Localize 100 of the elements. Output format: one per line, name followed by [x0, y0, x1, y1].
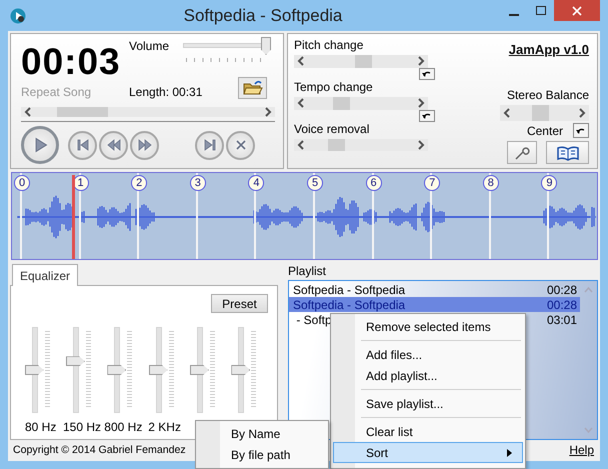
- band-label: 80 Hz: [24, 420, 56, 434]
- volume-label: Volume: [129, 39, 170, 53]
- equalizer-tab[interactable]: Equalizer: [12, 264, 78, 286]
- menu-item[interactable]: By Name: [198, 423, 326, 444]
- band-label: 150 Hz: [62, 420, 101, 434]
- scroll-thumb[interactable]: [532, 105, 550, 121]
- balance-label: Stereo Balance: [506, 88, 589, 102]
- window-title: Softpedia - Softpedia: [182, 6, 344, 26]
- x-icon: [236, 140, 246, 150]
- close-icon: [572, 6, 582, 16]
- scroll-right-icon[interactable]: [417, 56, 425, 66]
- playlist-title: Playlist: [288, 264, 328, 278]
- rewind-button[interactable]: [99, 130, 128, 160]
- waveform-panel[interactable]: 0 1 2 3 4 5 6 7 8 9: [11, 172, 598, 260]
- fast-forward-icon: [138, 138, 152, 152]
- band-label: 2 KHz: [148, 420, 181, 434]
- next-icon: [202, 138, 216, 152]
- close-track-button[interactable]: [226, 130, 255, 160]
- settings-button[interactable]: [507, 141, 537, 164]
- scroll-thumb[interactable]: [333, 96, 350, 110]
- effect-slider[interactable]: [294, 55, 428, 68]
- balance-slider[interactable]: [500, 105, 589, 121]
- scroll-left-icon[interactable]: [24, 107, 32, 118]
- scroll-thumb[interactable]: [328, 138, 346, 152]
- menu-item[interactable]: Clear list: [333, 421, 523, 442]
- slider-thumb[interactable]: [261, 37, 271, 55]
- previous-button[interactable]: [68, 130, 97, 160]
- marker-label[interactable]: 7: [424, 175, 440, 191]
- marker-label[interactable]: 9: [541, 175, 558, 191]
- menu-item[interactable]: Sort: [333, 442, 523, 463]
- scroll-right-icon[interactable]: [417, 140, 425, 150]
- scroll-right-icon[interactable]: [578, 108, 586, 118]
- menu-item[interactable]: Add playlist...: [333, 365, 523, 386]
- marker-label[interactable]: 8: [482, 175, 499, 191]
- scroll-left-icon[interactable]: [297, 56, 305, 66]
- open-folder-button[interactable]: [238, 77, 267, 99]
- effect-slider[interactable]: [294, 138, 428, 152]
- help-link[interactable]: Help: [569, 443, 594, 457]
- menu-item[interactable]: Add files...: [333, 344, 523, 365]
- volume-slider[interactable]: [183, 39, 271, 65]
- maximize-icon: [536, 6, 546, 16]
- book-icon: [556, 144, 580, 160]
- marker-label[interactable]: 4: [248, 175, 264, 191]
- effect-slider[interactable]: [294, 96, 428, 110]
- previous-icon: [76, 138, 90, 152]
- scroll-thumb[interactable]: [56, 107, 108, 118]
- close-button[interactable]: [554, 0, 600, 21]
- rewind-icon: [106, 138, 120, 152]
- next-button[interactable]: [195, 130, 224, 160]
- elapsed-time: 00:03: [21, 40, 122, 84]
- wrench-icon: [514, 144, 530, 160]
- play-button[interactable]: [21, 126, 59, 164]
- app-version-link[interactable]: JamApp v1.0: [508, 42, 589, 57]
- app-icon: [10, 8, 26, 24]
- slider-label: Pitch change: [294, 38, 364, 52]
- menu-item[interactable]: Save playlist...: [333, 393, 523, 414]
- band-label: 800 Hz: [104, 420, 142, 434]
- slider-label: Tempo change: [294, 80, 374, 94]
- reset-button[interactable]: [573, 123, 589, 138]
- track-title: Softpedia - Softpedia: [293, 282, 406, 296]
- scroll-left-icon[interactable]: [297, 140, 305, 150]
- undo-arrow-icon: [422, 112, 432, 120]
- submenu-arrow-icon: [507, 448, 512, 456]
- slider-thumb[interactable]: [231, 365, 250, 375]
- scroll-thumb[interactable]: [354, 55, 372, 68]
- scroll-left-icon[interactable]: [503, 108, 511, 118]
- marker-label[interactable]: 0: [14, 175, 30, 191]
- playlist-item[interactable]: Softpedia - Softpedia 00:28: [289, 282, 580, 297]
- track-duration: 00:28: [546, 298, 577, 312]
- undo-arrow-icon: [576, 126, 586, 134]
- minimize-icon: [508, 14, 518, 16]
- scroll-right-icon[interactable]: [417, 98, 425, 108]
- slider-thumb[interactable]: [107, 365, 126, 375]
- slider-thumb[interactable]: [66, 356, 85, 366]
- balance-reading: Center: [526, 124, 563, 138]
- undo-arrow-icon: [422, 70, 432, 78]
- folder-icon: [242, 80, 262, 96]
- length-label: Length: 00:31: [129, 85, 202, 99]
- fast-forward-button[interactable]: [130, 130, 159, 160]
- playlist-item[interactable]: Softpedia - Softpedia 00:28: [289, 297, 580, 312]
- preset-button[interactable]: Preset: [211, 294, 268, 313]
- marker-label[interactable]: 3: [190, 175, 206, 191]
- reset-button[interactable]: [419, 68, 435, 80]
- slider-thumb[interactable]: [190, 365, 209, 375]
- menu-item[interactable]: By file path: [198, 444, 326, 465]
- marker-label[interactable]: 6: [366, 175, 382, 191]
- menu-item[interactable]: Remove selected items: [333, 316, 523, 337]
- copyright-text: Copyright © 2014 Gabriel Femandez: [13, 444, 186, 456]
- book-button[interactable]: [546, 141, 589, 164]
- scroll-right-icon[interactable]: [264, 107, 272, 118]
- marker-label[interactable]: 5: [307, 175, 323, 191]
- marker-label[interactable]: 2: [131, 175, 148, 191]
- slider-label: Voice removal: [294, 122, 370, 136]
- slider-thumb[interactable]: [24, 365, 44, 375]
- playhead[interactable]: [72, 175, 76, 259]
- slider-thumb[interactable]: [148, 365, 168, 375]
- track-duration: 00:28: [546, 282, 577, 296]
- reset-button[interactable]: [419, 110, 435, 122]
- track-title: Softpedia - Softpedia: [293, 298, 406, 312]
- scroll-left-icon[interactable]: [297, 98, 305, 108]
